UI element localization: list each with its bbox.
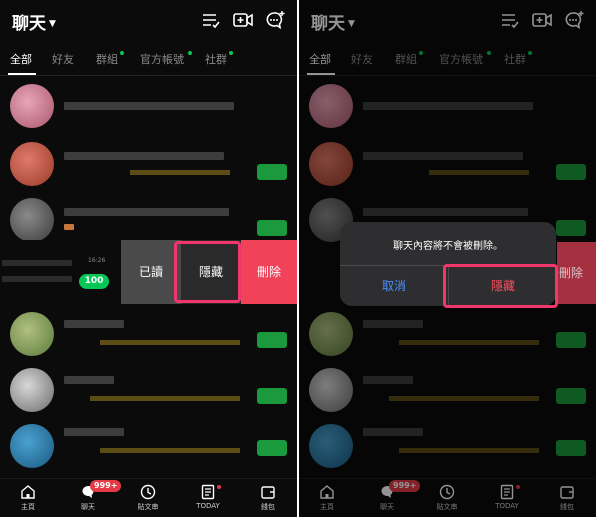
avatar: [10, 312, 54, 356]
tab-friends[interactable]: 好友: [52, 51, 74, 67]
list-item[interactable]: [0, 362, 297, 420]
video-call-icon[interactable]: [232, 10, 254, 30]
blurred-text: [64, 152, 224, 160]
blurred-text: [2, 260, 72, 266]
tab-groups-dot: [120, 51, 124, 55]
unread-count-badge: 100: [79, 274, 109, 289]
nav-home[interactable]: 主頁: [8, 484, 48, 512]
avatar: [10, 424, 54, 468]
blurred-text: [64, 428, 124, 436]
tab-bar: 全部 好友 群組 官方帳號 社群: [0, 48, 297, 76]
tab-all[interactable]: 全部: [10, 51, 32, 67]
message-time: 16:26: [88, 257, 106, 264]
dialog-message: 聊天內容將不會被刪除。: [393, 241, 503, 252]
notification-dot: [217, 485, 221, 489]
blurred-text: [64, 320, 124, 328]
cancel-button[interactable]: 取消: [340, 266, 448, 306]
list-item[interactable]: [0, 306, 297, 364]
nav-label: 錢包: [261, 503, 275, 511]
right-screen: 聊天 ▼ 全部 好友 群組 官方帳號 社群 主頁 999+ 聊天 貼文串 TOD…: [299, 0, 596, 517]
blurred-text: [90, 396, 240, 401]
blurred-badge: [257, 440, 287, 456]
nav-label: TODAY: [196, 502, 220, 510]
list-item[interactable]: [0, 78, 297, 136]
blurred-text: [64, 208, 229, 216]
left-screen: 聊天 ▼ 全部 好友 群組 官方帳號 社群 16:26 100 已讀 隱藏 刪除…: [0, 0, 297, 517]
nav-timeline[interactable]: 貼文串: [128, 484, 168, 512]
blurred-text: [130, 170, 230, 175]
blurred-text: [2, 276, 72, 282]
nav-label: 聊天: [81, 503, 95, 511]
avatar: [10, 368, 54, 412]
blurred-badge: [257, 332, 287, 348]
news-icon: [201, 484, 215, 500]
bottom-nav: 主頁 999+ 聊天 貼文串 TODAY 錢包: [0, 478, 297, 517]
blurred-text: [64, 102, 234, 110]
tab-community-dot: [229, 51, 233, 55]
list-item[interactable]: [0, 136, 297, 194]
blurred-badge: [257, 164, 287, 180]
nav-chat[interactable]: 999+ 聊天: [68, 480, 122, 512]
delete-button[interactable]: 刪除: [241, 240, 297, 304]
wallet-icon: [261, 486, 275, 499]
blurred-text: [100, 340, 240, 345]
nav-label: 主頁: [21, 503, 35, 511]
tab-underline: [8, 73, 36, 75]
blurred-text: [64, 224, 74, 230]
clock-icon: [140, 484, 156, 500]
blurred-badge: [257, 388, 287, 404]
avatar: [10, 198, 54, 242]
page-title-text: 聊天: [12, 14, 46, 34]
tab-groups[interactable]: 群組: [96, 51, 118, 67]
highlight-box: [443, 264, 558, 308]
nav-wallet[interactable]: 錢包: [248, 484, 288, 512]
sort-icon[interactable]: [200, 10, 222, 30]
blurred-text: [100, 448, 240, 453]
highlight-box: [174, 241, 241, 303]
tab-community[interactable]: 社群: [205, 51, 227, 67]
page-title[interactable]: 聊天 ▼: [12, 9, 56, 34]
delete-button-peek: 刪除: [557, 242, 596, 304]
home-icon: [21, 485, 35, 499]
tab-official-dot: [188, 51, 192, 55]
tab-official[interactable]: 官方帳號: [140, 51, 184, 67]
nav-label: 貼文串: [137, 503, 159, 511]
avatar: [10, 84, 54, 128]
mark-read-button[interactable]: 已讀: [121, 240, 181, 304]
unread-badge: 999+: [90, 480, 122, 492]
new-chat-icon[interactable]: [264, 10, 286, 30]
list-item[interactable]: [0, 418, 297, 476]
chevron-down-icon[interactable]: ▼: [49, 19, 56, 29]
header: 聊天 ▼: [0, 0, 297, 42]
blurred-badge: [257, 220, 287, 236]
nav-today[interactable]: TODAY: [188, 484, 228, 510]
blurred-text: [64, 376, 114, 384]
avatar: [10, 142, 54, 186]
